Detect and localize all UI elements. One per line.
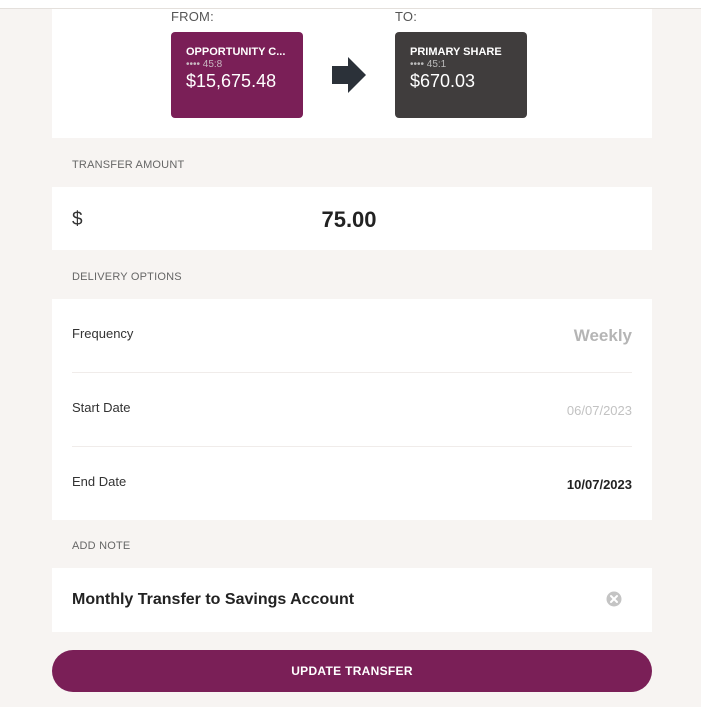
from-label: FROM: [171,9,214,24]
end-date-label: End Date [72,474,127,489]
from-account-card[interactable]: OPPORTUNITY C... •••• 45:8 $15,675.48 [171,32,303,118]
delivery-options: Frequency Weekly Start Date 06/07/2023 E… [52,299,652,520]
end-date-row[interactable]: End Date 10/07/2023 [72,446,632,520]
note-input[interactable]: Monthly Transfer to Savings Account [72,591,354,609]
arrow-right-icon [332,57,366,93]
frequency-row[interactable]: Frequency Weekly [72,299,632,373]
add-note-header: ADD NOTE [72,540,131,552]
to-account-balance: $670.03 [410,71,476,91]
from-account-mask: •••• 45:8 [186,59,223,70]
to-account-mask: •••• 45:1 [410,59,447,70]
delivery-options-header: DELIVERY OPTIONS [72,271,182,283]
clear-icon[interactable] [606,591,622,607]
amount-field[interactable]: $ 75.00 [52,187,652,250]
to-label: TO: [395,9,418,24]
from-account-name: OPPORTUNITY C... [186,46,286,58]
update-transfer-button[interactable]: UPDATE TRANSFER [52,650,652,692]
frequency-value[interactable]: Weekly [574,326,632,346]
end-date-value[interactable]: 10/07/2023 [567,477,632,492]
frequency-label: Frequency [72,326,134,341]
to-account-name: PRIMARY SHARE [410,46,502,58]
start-date-row[interactable]: Start Date 06/07/2023 [72,372,632,446]
from-account-balance: $15,675.48 [186,71,277,91]
transfer-amount-header: TRANSFER AMOUNT [72,159,185,171]
to-account-card[interactable]: PRIMARY SHARE •••• 45:1 $670.03 [395,32,527,118]
start-date-label: Start Date [72,400,131,415]
top-bar [0,0,701,9]
account-selector: FROM: TO: OPPORTUNITY C... •••• 45:8 $15… [52,9,652,138]
start-date-value: 06/07/2023 [566,403,632,418]
note-field[interactable]: Monthly Transfer to Savings Account [52,568,652,632]
amount-input[interactable]: 75.00 [52,207,646,233]
